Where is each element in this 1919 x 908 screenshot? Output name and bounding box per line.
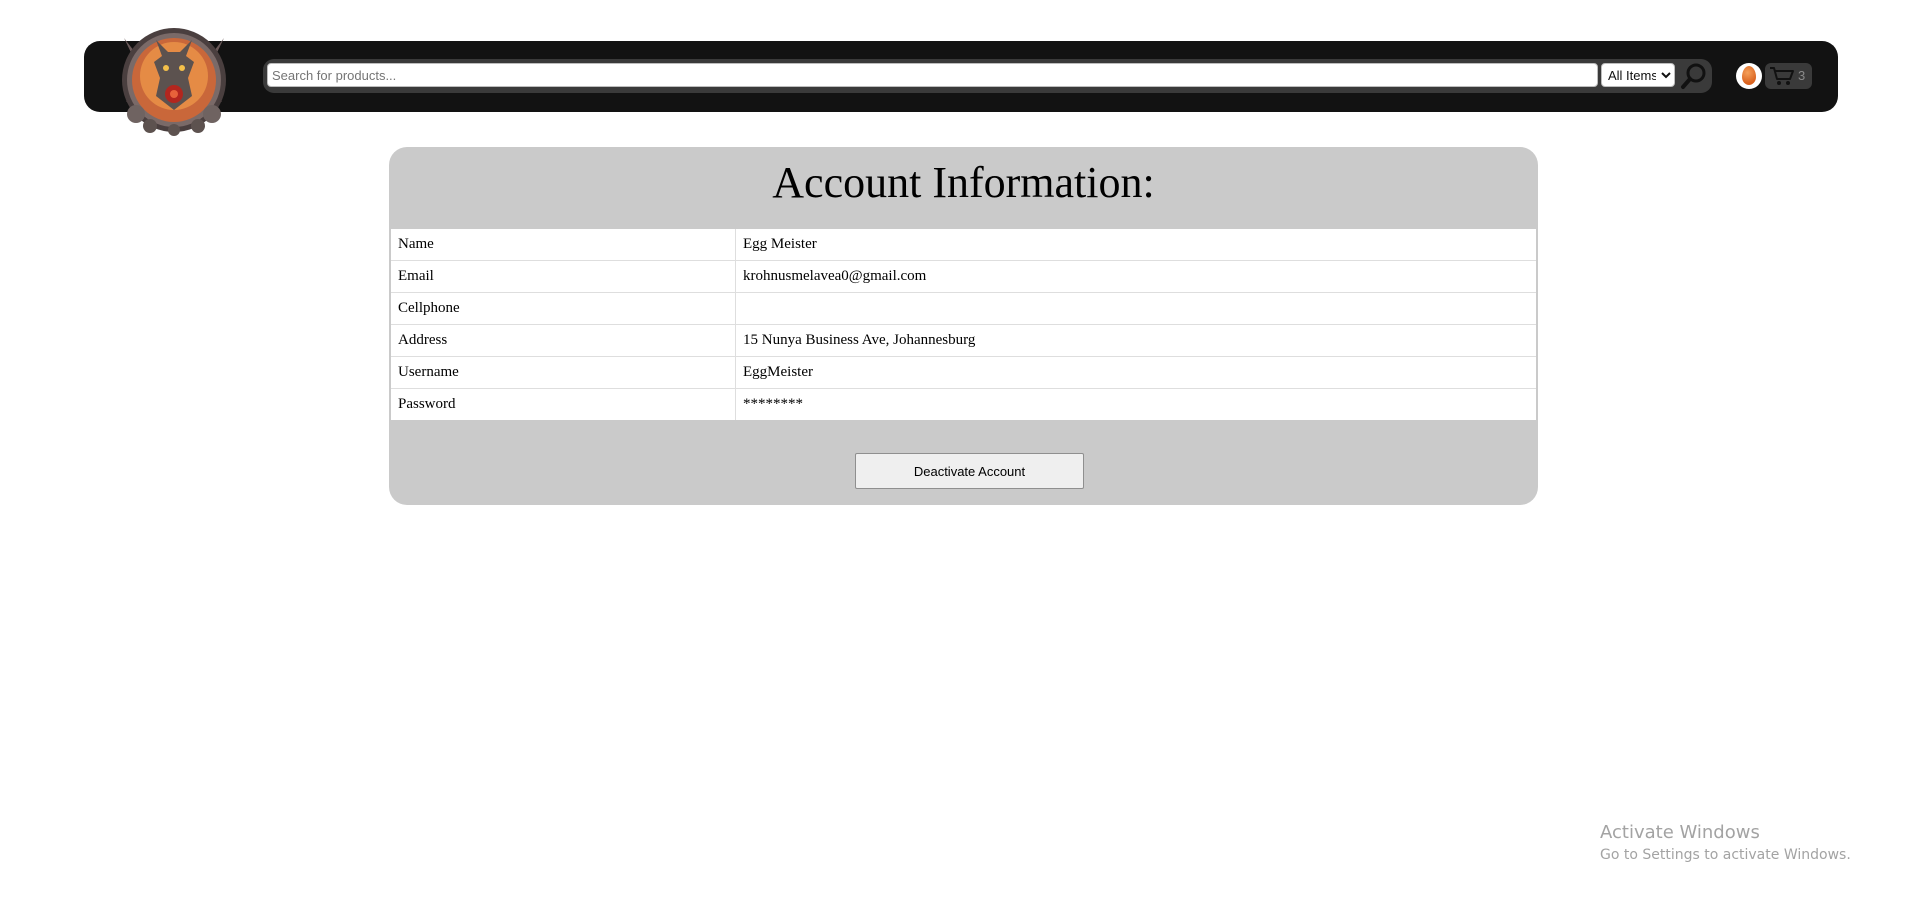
table-row-username: Username EggMeister [391, 356, 1536, 389]
table-row-name: Name Egg Meister [391, 229, 1536, 261]
field-value: Egg Meister [735, 229, 1536, 261]
field-label: Password [391, 388, 736, 420]
page: All Items 3 Account Information: Name Eg… [0, 0, 1919, 908]
watermark-title: Activate Windows [1600, 822, 1760, 843]
field-label: Username [391, 356, 736, 389]
table-row-address: Address 15 Nunya Business Ave, Johannesb… [391, 324, 1536, 357]
deactivate-account-button[interactable]: Deactivate Account [855, 453, 1084, 489]
egg-avatar-icon [1742, 66, 1756, 85]
shopping-cart-icon [1770, 67, 1794, 85]
field-label: Cellphone [391, 292, 736, 325]
user-avatar[interactable] [1736, 63, 1762, 89]
table-row-email: Email krohnusmelavea0@gmail.com [391, 260, 1536, 293]
field-value: EggMeister [735, 356, 1536, 389]
category-select[interactable]: All Items [1601, 63, 1675, 87]
search-button[interactable] [1679, 61, 1709, 91]
magnifier-icon [1681, 63, 1706, 89]
field-value: ******** [743, 396, 803, 412]
cart-count-badge: 3 [1798, 68, 1806, 83]
field-label: Email [391, 260, 736, 293]
site-logo[interactable] [110, 18, 238, 138]
search-input[interactable] [267, 63, 1598, 87]
watermark-subtitle: Go to Settings to activate Windows. [1600, 847, 1851, 863]
cart-button[interactable]: 3 [1765, 63, 1812, 89]
field-value: krohnusmelavea0@gmail.com [735, 260, 1536, 293]
field-label: Address [391, 324, 736, 357]
table-row-password: Password ******** [391, 388, 1536, 420]
field-value [735, 292, 1536, 325]
activate-windows-watermark: Activate Windows Go to Settings to activ… [1600, 822, 1851, 866]
field-value: 15 Nunya Business Ave, Johannesburg [735, 324, 1536, 357]
account-info-table: Name Egg Meister Email krohnusmelavea0@g… [391, 229, 1536, 420]
table-row-cellphone: Cellphone [391, 292, 1536, 325]
page-title: Account Information: [772, 158, 1155, 207]
account-panel: Account Information: Name Egg Meister Em… [389, 147, 1538, 505]
field-label: Name [391, 229, 736, 261]
